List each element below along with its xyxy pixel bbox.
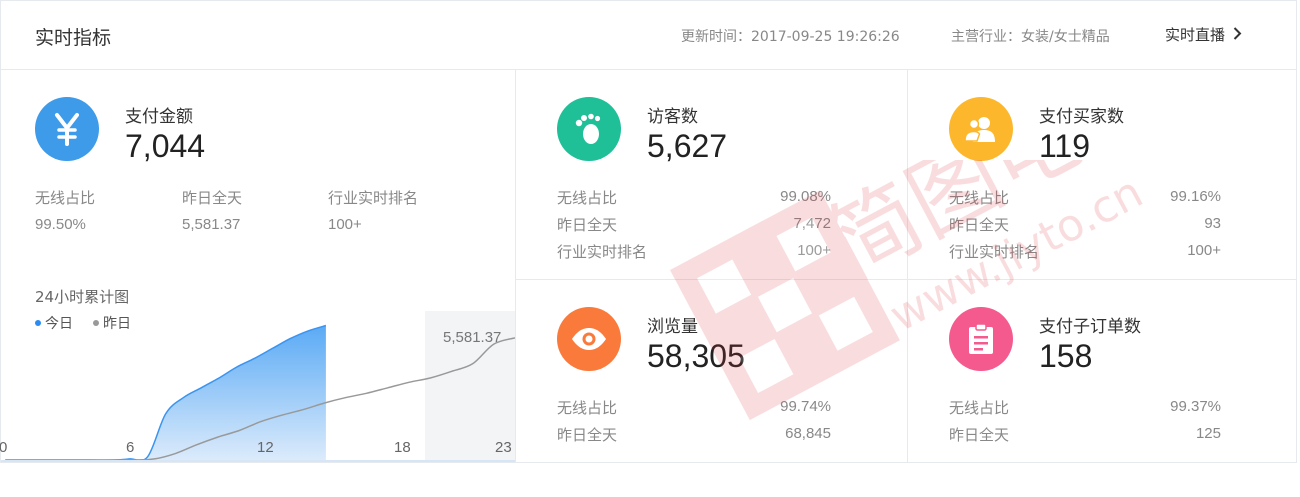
x-tick-label: 6 xyxy=(126,439,135,456)
wireless-ratio-label: 无线占比 xyxy=(35,189,96,207)
industry-rank-value: 100+ xyxy=(328,216,362,233)
yesterday-end-label: 5,581.37 xyxy=(443,329,502,346)
x-tick-label: 18 xyxy=(394,439,411,456)
visitors-value: 5,627 xyxy=(647,128,728,164)
industry-label: 主营行业：女装/女士精品 xyxy=(951,29,1110,45)
chevron-right-icon xyxy=(1233,26,1242,44)
wireless-ratio-value: 99.50% xyxy=(35,216,86,233)
x-tick-label: 12 xyxy=(257,439,274,456)
industry-rank-label: 行业实时排名 xyxy=(328,189,419,207)
yesterday-total-label: 昨日全天 xyxy=(557,426,618,444)
x-tick-label: 0 xyxy=(0,439,8,456)
cumulative-chart[interactable] xyxy=(1,271,515,463)
yesterday-total-value: 5,581.37 xyxy=(182,216,241,233)
buyers-title: 支付买家数 xyxy=(1039,107,1124,127)
industry-rank-value: 100+ xyxy=(797,242,831,259)
divider xyxy=(515,70,516,463)
industry-rank-label: 行业实时排名 xyxy=(949,243,1040,261)
users-icon xyxy=(949,97,1013,161)
yesterday-total-value: 7,472 xyxy=(793,215,831,232)
industry-rank-value: 100+ xyxy=(1187,242,1221,259)
wireless-ratio-label: 无线占比 xyxy=(557,189,618,207)
wireless-ratio-value: 99.37% xyxy=(1170,398,1221,415)
wireless-ratio-value: 99.16% xyxy=(1170,188,1221,205)
suborders-value: 158 xyxy=(1039,338,1093,374)
footprint-icon xyxy=(557,97,621,161)
industry-rank-label: 行业实时排名 xyxy=(557,243,648,261)
wireless-ratio-label: 无线占比 xyxy=(949,399,1010,417)
clipboard-icon xyxy=(949,307,1013,371)
payment-amount-value: 7,044 xyxy=(125,128,206,164)
pageviews-value: 58,305 xyxy=(647,338,745,374)
live-broadcast-label: 实时直播 xyxy=(1165,26,1226,44)
eye-icon xyxy=(557,307,621,371)
panel-title: 实时指标 xyxy=(35,27,112,49)
wireless-ratio-value: 99.74% xyxy=(780,398,831,415)
x-tick-label: 23 xyxy=(495,439,512,456)
wireless-ratio-label: 无线占比 xyxy=(949,189,1010,207)
yesterday-total-label: 昨日全天 xyxy=(949,426,1010,444)
yesterday-total-value: 68,845 xyxy=(785,425,831,442)
divider xyxy=(515,279,1297,280)
realtime-metrics-panel: 实时指标 更新时间：2017-09-25 19:26:26 主营行业：女装/女士… xyxy=(0,0,1297,463)
yesterday-total-value: 125 xyxy=(1195,425,1221,442)
update-time: 更新时间：2017-09-25 19:26:26 xyxy=(681,29,900,45)
divider xyxy=(907,70,908,463)
yesterday-total-label: 昨日全天 xyxy=(557,216,618,234)
wireless-ratio-label: 无线占比 xyxy=(557,399,618,417)
pageviews-title: 浏览量 xyxy=(647,317,698,337)
wireless-ratio-value: 99.08% xyxy=(780,188,831,205)
yesterday-total-label: 昨日全天 xyxy=(182,189,243,207)
panel-header: 实时指标 更新时间：2017-09-25 19:26:26 主营行业：女装/女士… xyxy=(1,1,1296,70)
suborders-title: 支付子订单数 xyxy=(1039,317,1141,337)
visitors-title: 访客数 xyxy=(647,107,698,127)
yesterday-total-value: 93 xyxy=(1204,215,1221,232)
payment-amount-title: 支付金额 xyxy=(125,107,193,127)
live-broadcast-link[interactable]: 实时直播 xyxy=(1165,24,1242,45)
yen-icon xyxy=(35,97,99,161)
buyers-value: 119 xyxy=(1039,128,1091,164)
yesterday-total-label: 昨日全天 xyxy=(949,216,1010,234)
